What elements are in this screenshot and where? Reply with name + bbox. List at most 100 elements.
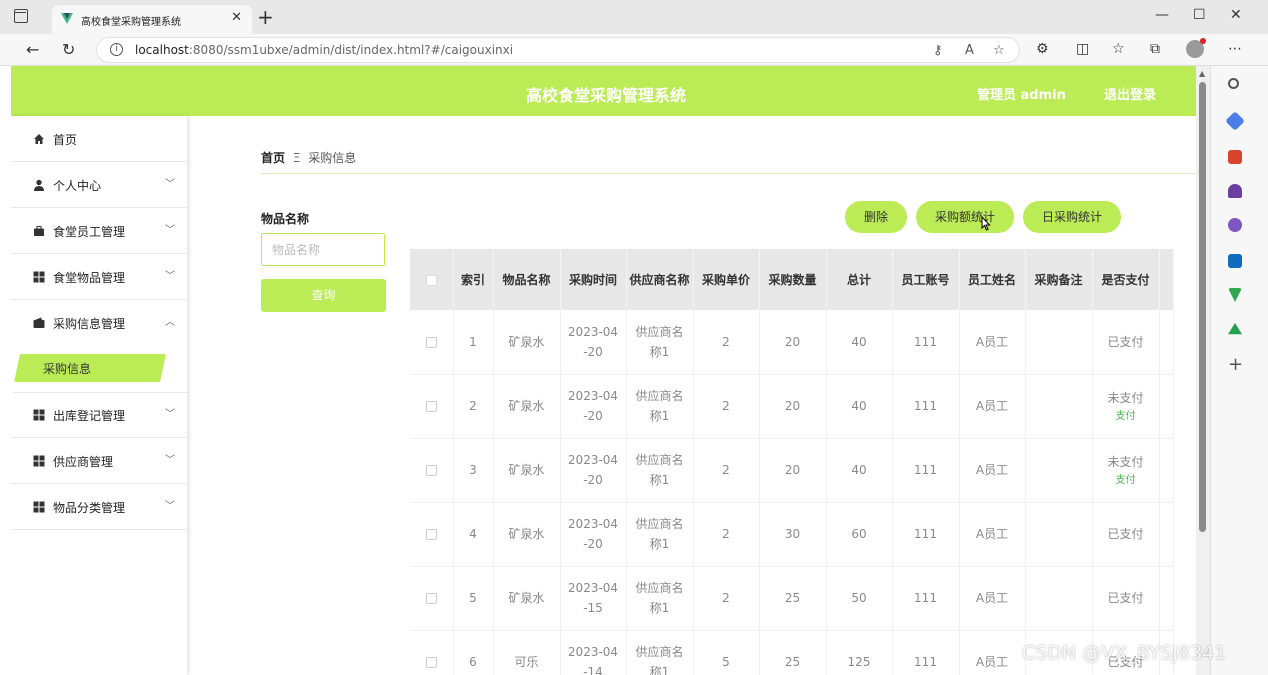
breadcrumb-home[interactable]: 首页	[261, 151, 285, 165]
note-cell	[1025, 502, 1093, 567]
reload-icon[interactable]: ↻	[62, 40, 75, 59]
new-tab-icon[interactable]: +	[257, 5, 274, 29]
sidebar-item-home[interactable]: 首页	[11, 116, 187, 162]
back-icon[interactable]: ←	[26, 40, 39, 59]
query-button[interactable]: 查询	[261, 279, 386, 312]
row-checkbox[interactable]	[425, 657, 437, 668]
date-line-1: 2023-04	[567, 645, 619, 659]
column-header: 供应商名称	[626, 249, 694, 310]
date-line-2: -14	[583, 665, 603, 675]
sidebar-item-outbound[interactable]: 出库登记管理 ﹀	[11, 392, 187, 438]
browser-tab[interactable]: 高校食堂采购管理系统 ✕	[52, 5, 252, 34]
row-select-cell[interactable]	[410, 630, 454, 675]
url-text: localhost:8080/ssm1ubxe/admin/dist/index…	[135, 43, 513, 57]
profile-avatar[interactable]	[1186, 38, 1206, 58]
key-icon[interactable]: ⚷	[933, 43, 943, 58]
paid-cell: 已支付	[1092, 502, 1160, 567]
add-icon[interactable]: +	[1228, 356, 1243, 374]
url-host: localhost	[135, 43, 189, 57]
favorite-icon[interactable]: ☆	[993, 43, 1005, 58]
tree-icon[interactable]	[1228, 323, 1242, 335]
item-name-search-input[interactable]	[261, 233, 385, 266]
more-icon[interactable]: ⋯	[1228, 41, 1242, 57]
overflow-cell	[1159, 374, 1174, 439]
sidebar-item-staff[interactable]: 食堂员工管理 ﹀	[11, 208, 187, 254]
row-select-cell[interactable]	[410, 438, 454, 503]
favorites-icon[interactable]: ☆	[1112, 41, 1125, 57]
sidebar-subitem-purchase-info[interactable]: 采购信息	[13, 348, 189, 393]
grid-icon	[33, 501, 45, 513]
row-select-cell[interactable]	[410, 310, 454, 375]
account-cell: 111	[892, 630, 960, 675]
row-select-cell[interactable]	[410, 502, 454, 567]
row-checkbox[interactable]	[425, 336, 437, 348]
tag-icon[interactable]	[1225, 111, 1245, 131]
total-cell: 60	[826, 502, 893, 567]
item-cell: 矿泉水	[493, 438, 561, 503]
index-cell: 3	[453, 438, 494, 503]
search-label: 物品名称	[261, 212, 310, 226]
sidebar-item-personal-center[interactable]: 个人中心 ﹀	[11, 162, 187, 208]
outlook-icon[interactable]	[1228, 254, 1242, 268]
row-checkbox[interactable]	[425, 465, 437, 476]
tab-actions-icon[interactable]	[14, 9, 28, 23]
logout-button[interactable]: 退出登录	[1104, 84, 1156, 103]
wallet-icon	[33, 317, 45, 328]
copilot-icon[interactable]	[1228, 218, 1242, 232]
supplier-line-1: 供应商名	[635, 581, 684, 595]
select-all-cell[interactable]	[410, 249, 454, 310]
split-screen-icon[interactable]: ◫	[1076, 41, 1089, 57]
column-header: 物品名称	[493, 249, 561, 310]
breadcrumb-current: 采购信息	[308, 151, 357, 165]
site-info-icon[interactable]: i	[110, 43, 123, 56]
sidebar-item-label: 出库登记管理	[53, 409, 126, 423]
supplier-cell: 供应商名 称1	[626, 502, 694, 567]
row-select-cell[interactable]	[410, 566, 454, 631]
breadcrumb-divider	[261, 173, 1196, 174]
pay-button[interactable]: 支付	[1093, 410, 1159, 424]
quantity-cell: 20	[759, 310, 827, 375]
total-cell: 40	[826, 310, 893, 375]
daily-purchase-stats-button[interactable]: 日采购统计	[1023, 201, 1121, 233]
paid-cell: 已支付	[1092, 566, 1160, 631]
url-field[interactable]: i localhost:8080/ssm1ubxe/admin/dist/ind…	[96, 37, 1020, 63]
page-scrollbar[interactable]: ▲	[1196, 66, 1210, 675]
note-cell	[1025, 374, 1093, 439]
row-checkbox[interactable]	[425, 401, 437, 412]
tab-close-icon[interactable]: ✕	[231, 10, 242, 25]
games-icon[interactable]	[1228, 184, 1242, 198]
send-icon[interactable]	[1228, 288, 1242, 302]
search-icon[interactable]	[1228, 78, 1239, 89]
close-window-icon[interactable]: ✕	[1230, 7, 1242, 23]
row-checkbox[interactable]	[425, 593, 437, 604]
date-cell: 2023-04 -20	[560, 438, 627, 503]
supplier-line-1: 供应商名	[635, 517, 684, 531]
item-cell: 矿泉水	[493, 310, 561, 375]
delete-button[interactable]: 删除	[845, 201, 907, 233]
breadcrumb-separator: Ξ	[292, 151, 301, 165]
staff-name-cell: A员工	[959, 630, 1026, 675]
paid-status: 未支付	[1107, 391, 1144, 405]
user-icon	[34, 179, 44, 191]
staff-name-cell: A员工	[959, 438, 1026, 503]
row-select-cell[interactable]	[410, 374, 454, 439]
sidebar-item-label: 食堂员工管理	[53, 225, 126, 239]
sidebar-item-category[interactable]: 物品分类管理 ﹀	[11, 484, 187, 530]
collections-icon[interactable]: ⧉	[1150, 41, 1160, 57]
extensions-icon[interactable]: ⚙	[1036, 41, 1049, 57]
minimize-icon[interactable]: —	[1155, 7, 1169, 23]
scroll-up-icon[interactable]: ▲	[1199, 69, 1205, 78]
select-all-checkbox[interactable]	[425, 274, 437, 286]
scroll-thumb[interactable]	[1199, 82, 1206, 532]
sidebar-item-purchase[interactable]: 采购信息管理 ︿	[11, 300, 187, 346]
pay-button[interactable]: 支付	[1093, 474, 1159, 488]
purchase-amount-stats-button[interactable]: 采购额统计	[916, 201, 1014, 233]
maximize-icon[interactable]: ☐	[1193, 7, 1206, 23]
chevron-down-icon: ﹀	[165, 409, 175, 420]
row-checkbox[interactable]	[425, 529, 437, 540]
read-aloud-icon[interactable]: A	[965, 43, 974, 58]
sidebar-item-goods[interactable]: 食堂物品管理 ﹀	[11, 254, 187, 300]
sidebar-item-label: 物品分类管理	[53, 501, 126, 515]
toolbox-icon[interactable]	[1228, 150, 1242, 164]
sidebar-item-supplier[interactable]: 供应商管理 ﹀	[11, 438, 187, 484]
